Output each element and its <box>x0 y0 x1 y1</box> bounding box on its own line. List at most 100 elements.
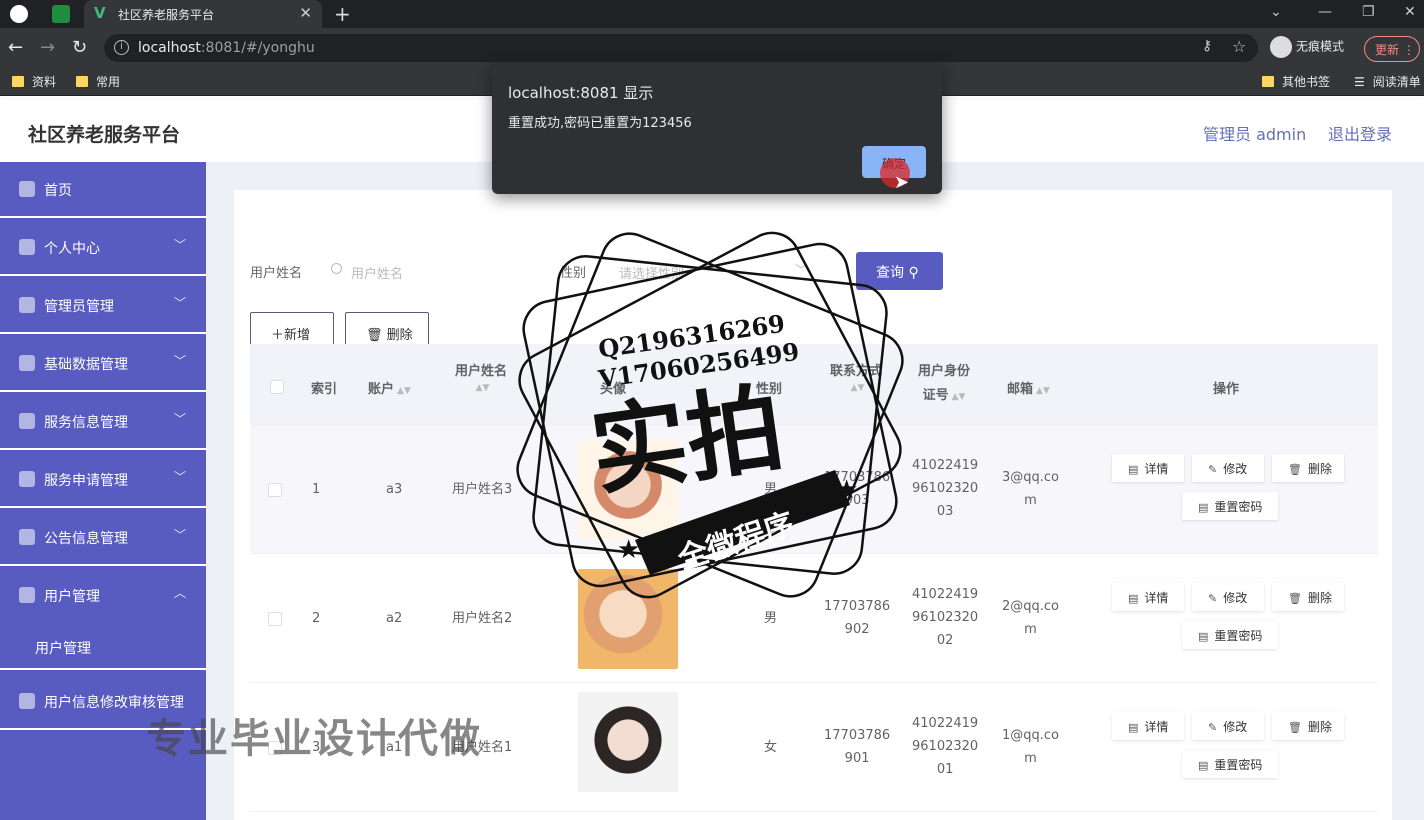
other-bookmarks[interactable]: 其他书签 <box>1262 73 1330 90</box>
row-checkbox[interactable] <box>268 483 282 497</box>
close-tab-icon[interactable]: ✕ <box>299 4 312 22</box>
sidebar-item-home[interactable]: 首页 <box>0 162 206 218</box>
reload-icon[interactable]: ↻ <box>72 37 87 58</box>
browser-tab-active[interactable]: V 社区养老服务平台 ✕ <box>84 0 322 28</box>
chevron-down-icon: ﹀ <box>174 470 187 484</box>
input-placeholder: 用户姓名 <box>351 267 404 282</box>
sheet-tab-icon[interactable] <box>52 5 70 23</box>
sidebar-item-base-data[interactable]: 基础数据管理 ﹀ <box>0 336 206 392</box>
trash-icon: 🗑 <box>1288 592 1302 605</box>
trash-icon: 🗑 <box>1288 721 1302 734</box>
sidebar-item-service-apply[interactable]: 服务申请管理 ﹀ <box>0 452 206 508</box>
reading-list-icon: ☰ <box>1354 75 1365 89</box>
key-icon[interactable]: ⚷ <box>1202 38 1212 54</box>
sidebar-item-profile[interactable]: 个人中心 ﹀ <box>0 220 206 276</box>
cell-idcard: 41022419 96102320 03 <box>912 458 979 519</box>
delete-button[interactable]: 🗑 删除 <box>1272 454 1344 482</box>
document-icon: ▤ <box>1198 630 1209 643</box>
cell-idcard: 41022419 96102320 01 <box>912 716 979 777</box>
document-icon: ▤ <box>1198 759 1209 772</box>
bookmark-star-icon[interactable]: ☆ <box>1232 37 1246 56</box>
cell-phone: 17703786 902 <box>824 599 891 637</box>
detail-button[interactable]: ▤ 详情 <box>1112 712 1184 740</box>
star-icon: ★ <box>835 475 858 505</box>
sidebar-item-admins[interactable]: 管理员管理 ﹀ <box>0 278 206 334</box>
detail-button[interactable]: ▤ 详情 <box>1112 454 1184 482</box>
logout-link[interactable]: 退出登录 <box>1328 121 1392 145</box>
sidebar-item-notices[interactable]: 公告信息管理 ﹀ <box>0 510 206 566</box>
bookmark-folder[interactable]: 资料 <box>12 73 56 90</box>
current-user[interactable]: 管理员 admin <box>1203 121 1306 145</box>
chevron-up-icon: ︿ <box>174 586 187 600</box>
mouse-cursor-icon: ➤ <box>894 172 910 193</box>
vue-favicon-icon: V <box>94 4 106 22</box>
flag-icon <box>19 693 35 709</box>
col-ops: 操作 <box>1213 382 1240 397</box>
sidebar-subitem-users[interactable]: 用户管理 <box>0 630 206 670</box>
sort-icon[interactable]: ▲▼ <box>952 392 966 402</box>
address-bar[interactable]: i localhost:8081/#/yonghu ⚷ ☆ <box>104 34 1258 62</box>
col-idcard[interactable]: 用户身份 证号 ▲▼ <box>918 360 970 409</box>
delete-button[interactable]: 🗑 删除 <box>1272 583 1344 611</box>
minimize-icon[interactable]: — <box>1318 4 1332 20</box>
sidebar-item-label: 服务信息管理 <box>44 415 128 431</box>
watermark-seal-main: 实拍 <box>584 371 790 509</box>
watermark-text: 专业毕业设计代做 <box>146 716 482 762</box>
alert-dialog: localhost:8081 显示 重置成功,密码已重置为123456 确定 <box>492 64 942 194</box>
chevron-down-icon: ﹀ <box>174 528 187 542</box>
star-icon: ★ <box>617 535 640 565</box>
reset-password-button[interactable]: ▤ 重置密码 <box>1182 750 1278 778</box>
info-icon[interactable]: i <box>114 40 129 55</box>
col-name[interactable]: 用户姓名 ▲▼ <box>455 360 507 394</box>
sidebar-item-label: 服务申请管理 <box>44 473 128 489</box>
select-all-checkbox[interactable] <box>270 380 284 394</box>
user-icon <box>19 239 35 255</box>
app-title: 社区养老服务平台 <box>28 124 181 146</box>
detail-button[interactable]: ▤ 详情 <box>1112 583 1184 611</box>
sidebar-item-users[interactable]: 用户管理 ︿ <box>0 568 206 624</box>
cell-phone: 17703786 901 <box>824 728 891 766</box>
folder-icon <box>12 76 24 87</box>
chevron-down-icon: ﹀ <box>174 296 187 310</box>
col-account[interactable]: 账户 ▲▼ <box>368 378 411 397</box>
edit-button[interactable]: ✎ 修改 <box>1192 712 1264 740</box>
document-icon: ▤ <box>1198 501 1209 514</box>
row-checkbox[interactable] <box>268 612 282 626</box>
chat-icon <box>19 471 35 487</box>
reset-password-button[interactable]: ▤ 重置密码 <box>1182 492 1278 520</box>
trash-icon: 🗑 <box>1288 463 1302 476</box>
cell-index: 1 <box>312 482 321 497</box>
search-icon <box>331 263 342 274</box>
bookmark-folder[interactable]: 常用 <box>76 73 120 90</box>
sidebar-item-service-info[interactable]: 服务信息管理 ﹀ <box>0 394 206 450</box>
sidebar-item-label: 首页 <box>44 183 72 199</box>
incognito-indicator[interactable]: 无痕模式 <box>1270 36 1344 58</box>
globe-icon <box>19 529 35 545</box>
globe-icon[interactable] <box>10 5 28 23</box>
cell-index: 2 <box>312 611 321 626</box>
restore-icon[interactable]: ❐ <box>1362 4 1375 20</box>
reset-password-button[interactable]: ▤ 重置密码 <box>1182 621 1278 649</box>
edit-button[interactable]: ✎ 修改 <box>1192 454 1264 482</box>
cell-email: 2@qq.co m <box>1002 599 1060 637</box>
update-button[interactable]: 更新 ⋮ <box>1364 36 1420 62</box>
compass-icon <box>19 297 35 313</box>
col-index[interactable]: 索引 <box>311 378 337 397</box>
chevron-down-icon: ﹀ <box>174 238 187 252</box>
back-icon[interactable]: ← <box>8 37 23 58</box>
reading-list[interactable]: ☰ 阅读清单 <box>1354 73 1421 90</box>
compass-icon <box>19 413 35 429</box>
sort-icon[interactable]: ▲▼ <box>1036 386 1050 396</box>
sort-icon[interactable]: ▲▼ <box>476 383 490 393</box>
edit-button[interactable]: ✎ 修改 <box>1192 583 1264 611</box>
col-email[interactable]: 邮箱 ▲▼ <box>1007 378 1050 397</box>
new-tab-icon[interactable]: + <box>334 2 351 26</box>
browser-toolbar: ← → ↻ i localhost:8081/#/yonghu ⚷ ☆ 无痕模式… <box>0 28 1424 68</box>
close-window-icon[interactable]: ✕ <box>1404 4 1416 20</box>
sort-icon[interactable]: ▲▼ <box>397 386 411 396</box>
dialog-title: localhost:8081 显示 <box>508 84 654 102</box>
delete-button[interactable]: 🗑 删除 <box>1272 712 1344 740</box>
tab-search-icon[interactable]: ⌄ <box>1270 4 1282 20</box>
chevron-down-icon: ﹀ <box>174 354 187 368</box>
forward-icon[interactable]: → <box>40 37 55 58</box>
